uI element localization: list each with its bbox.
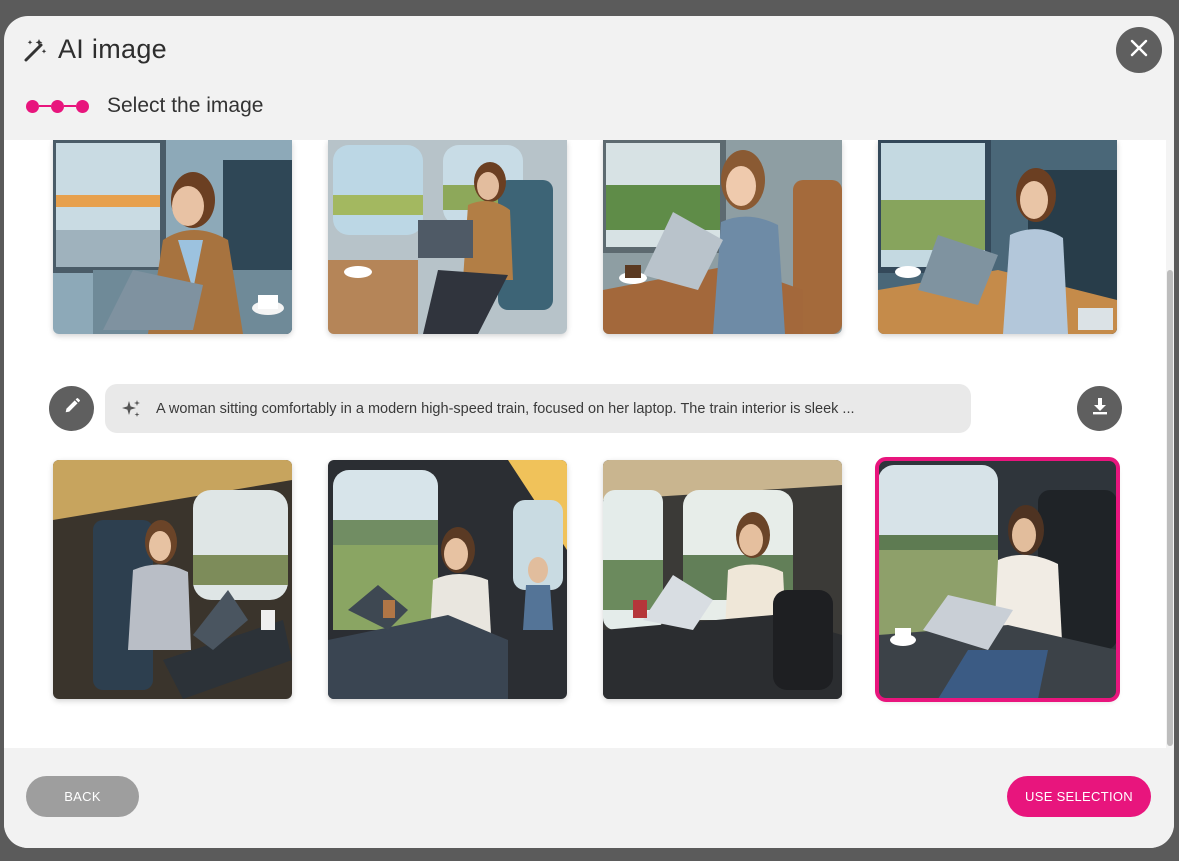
scrollbar-thumb[interactable] xyxy=(1167,270,1173,746)
title-row: AI image xyxy=(22,34,167,65)
magic-wand-icon xyxy=(22,37,48,63)
prompt-text: A woman sitting comfortably in a modern … xyxy=(156,400,855,417)
step-dot-1 xyxy=(26,99,39,113)
dialog-footer: BACK USE SELECTION xyxy=(4,748,1174,848)
image-row-bottom xyxy=(53,457,1123,702)
generated-image[interactable] xyxy=(53,140,292,334)
gallery-scroll-area: A woman sitting comfortably in a modern … xyxy=(4,140,1174,748)
generated-image[interactable] xyxy=(878,140,1117,334)
dialog-header: AI image Select the image xyxy=(4,16,1174,140)
sparkle-icon xyxy=(120,398,142,420)
step-connector xyxy=(64,105,76,107)
step-indicator xyxy=(26,99,89,113)
prompt-field[interactable]: A woman sitting comfortably in a modern … xyxy=(105,384,971,433)
step-connector xyxy=(39,105,51,107)
generated-image[interactable] xyxy=(328,140,567,334)
close-button[interactable] xyxy=(1116,27,1162,73)
step-dot-3 xyxy=(76,99,89,113)
generated-image-selected[interactable] xyxy=(875,457,1120,702)
pencil-icon xyxy=(63,397,81,420)
generated-image[interactable] xyxy=(603,140,842,334)
use-selection-button[interactable]: USE SELECTION xyxy=(1007,776,1151,817)
ai-image-dialog: AI image Select the image A woman sittin… xyxy=(4,16,1174,848)
close-icon xyxy=(1129,38,1149,63)
scrollbar[interactable] xyxy=(1166,140,1174,748)
download-button[interactable] xyxy=(1077,386,1122,431)
step-dot-2 xyxy=(51,99,64,113)
edit-prompt-button[interactable] xyxy=(49,386,94,431)
generated-image[interactable] xyxy=(603,460,842,699)
step-label: Select the image xyxy=(107,94,264,117)
prompt-row: A woman sitting comfortably in a modern … xyxy=(49,384,1129,434)
stepper: Select the image xyxy=(26,94,263,118)
generated-image[interactable] xyxy=(328,460,567,699)
back-button[interactable]: BACK xyxy=(26,776,139,817)
dialog-title: AI image xyxy=(58,34,167,64)
image-row-top xyxy=(53,140,1123,334)
generated-image[interactable] xyxy=(53,460,292,699)
download-icon xyxy=(1090,396,1110,421)
